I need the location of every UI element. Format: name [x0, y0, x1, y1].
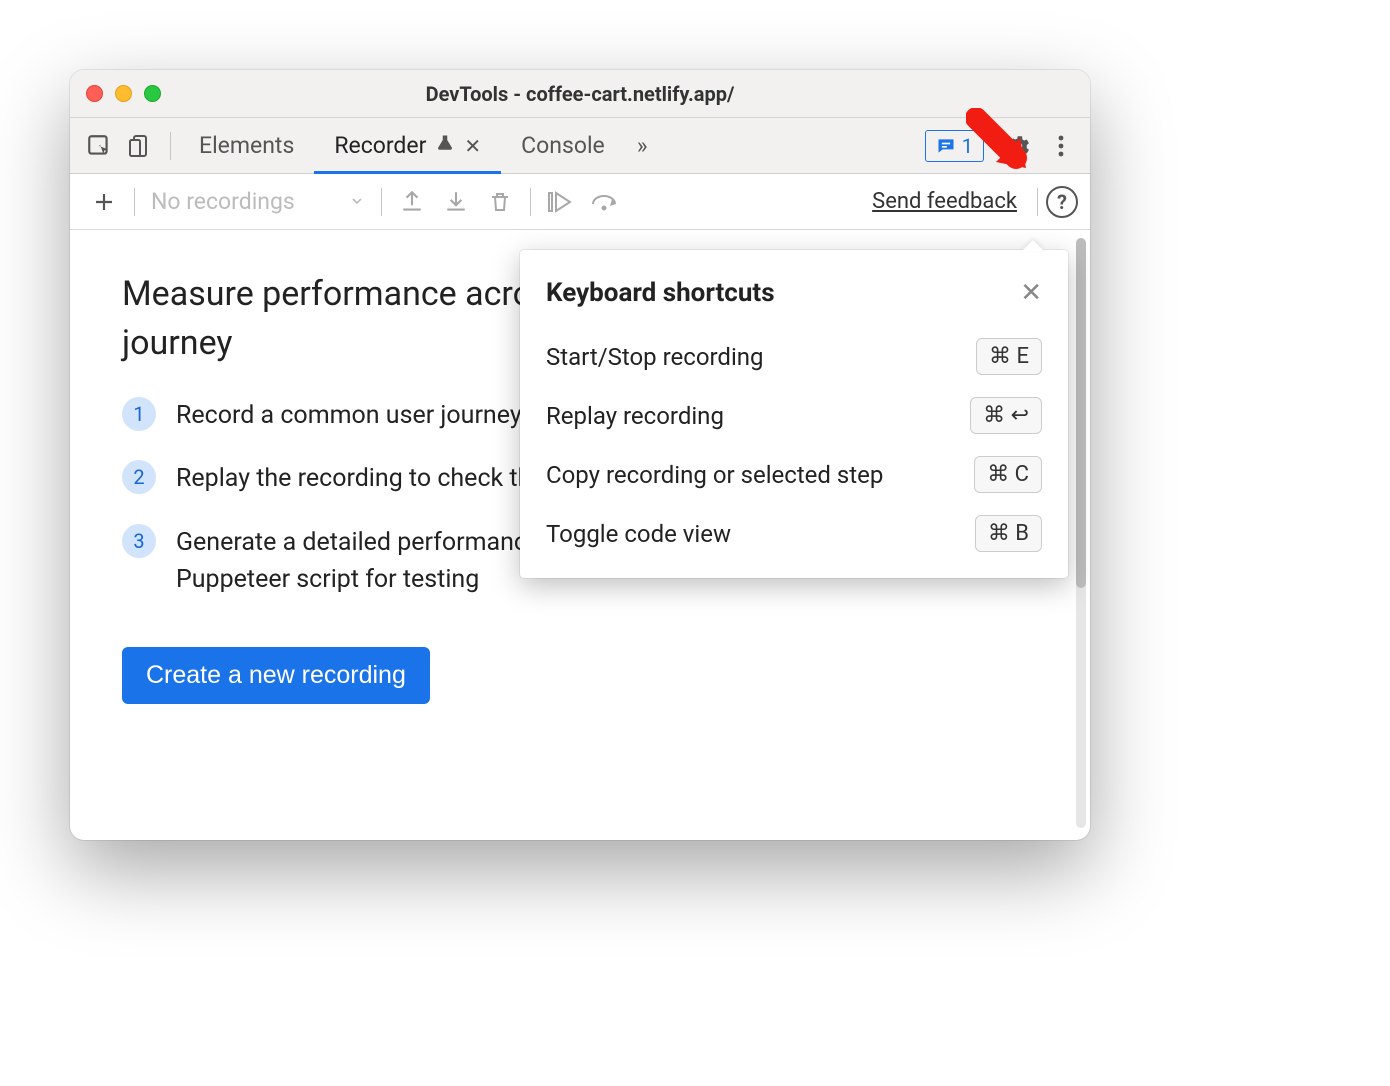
window-minimize-button[interactable]	[115, 85, 132, 102]
shortcut-label: Start/Stop recording	[546, 343, 764, 371]
shortcut-label: Toggle code view	[546, 520, 731, 548]
step-number: 3	[122, 524, 156, 558]
shortcut-row: Start/Stop recording ⌘ E	[546, 338, 1042, 375]
step-number: 2	[122, 460, 156, 494]
inspect-element-icon[interactable]	[78, 125, 120, 167]
shortcut-row: Replay recording ⌘ ↩	[546, 397, 1042, 434]
separator	[530, 188, 531, 216]
send-feedback-link[interactable]: Send feedback	[872, 189, 1017, 214]
import-icon[interactable]	[434, 180, 478, 224]
tab-label: Elements	[199, 132, 294, 159]
separator	[134, 188, 135, 216]
kebab-menu-icon[interactable]	[1040, 125, 1082, 167]
new-recording-icon[interactable]	[82, 181, 126, 223]
shortcut-label: Replay recording	[546, 402, 724, 430]
shortcut-keys: ⌘ C	[974, 456, 1042, 493]
step-over-icon[interactable]	[583, 180, 627, 224]
window-titlebar: DevTools - coffee-cart.netlify.app/	[70, 70, 1090, 118]
recorder-toolbar: No recordings Send feedback ?	[70, 174, 1090, 230]
window-zoom-button[interactable]	[144, 85, 161, 102]
help-icon[interactable]: ?	[1046, 186, 1078, 218]
export-icon[interactable]	[390, 180, 434, 224]
replay-icon[interactable]	[539, 180, 583, 224]
shortcut-keys: ⌘ E	[976, 338, 1042, 375]
message-icon	[936, 136, 956, 156]
shortcut-row: Copy recording or selected step ⌘ C	[546, 456, 1042, 493]
window-title: DevTools - coffee-cart.netlify.app/	[70, 82, 1090, 106]
shortcuts-popover: Keyboard shortcuts ✕ Start/Stop recordin…	[520, 250, 1068, 578]
tab-console[interactable]: Console	[501, 118, 625, 174]
delete-icon[interactable]	[478, 180, 522, 224]
issues-count: 1	[962, 134, 973, 158]
overflow-label: »	[637, 132, 648, 159]
shortcut-keys: ⌘ B	[975, 515, 1042, 552]
tab-recorder[interactable]: Recorder ✕	[314, 118, 501, 174]
tab-overflow[interactable]: »	[625, 118, 660, 174]
recording-selector-label: No recordings	[151, 188, 295, 215]
step-number: 1	[122, 397, 156, 431]
devtools-window: DevTools - coffee-cart.netlify.app/ Elem…	[70, 70, 1090, 840]
close-tab-icon[interactable]: ✕	[464, 134, 481, 158]
separator	[170, 132, 171, 160]
shortcut-label: Copy recording or selected step	[546, 461, 883, 489]
recording-selector[interactable]: No recordings	[143, 188, 373, 215]
tab-label: Console	[521, 132, 605, 159]
tab-label: Recorder	[334, 132, 426, 159]
window-close-button[interactable]	[86, 85, 103, 102]
experiment-icon	[436, 132, 454, 159]
create-recording-button[interactable]: Create a new recording	[122, 647, 430, 704]
settings-icon[interactable]	[998, 125, 1040, 167]
popover-title: Keyboard shortcuts	[546, 278, 775, 308]
tab-elements[interactable]: Elements	[179, 118, 314, 174]
devtools-tabstrip: Elements Recorder ✕ Console » 1	[70, 118, 1090, 174]
issues-badge[interactable]: 1	[925, 130, 984, 162]
device-toolbar-icon[interactable]	[120, 125, 162, 167]
traffic-lights	[86, 85, 161, 102]
separator	[1037, 188, 1038, 216]
chevron-down-icon	[349, 188, 365, 215]
shortcut-row: Toggle code view ⌘ B	[546, 515, 1042, 552]
separator	[381, 188, 382, 216]
close-icon[interactable]: ✕	[1020, 278, 1042, 308]
shortcut-keys: ⌘ ↩	[970, 397, 1042, 434]
